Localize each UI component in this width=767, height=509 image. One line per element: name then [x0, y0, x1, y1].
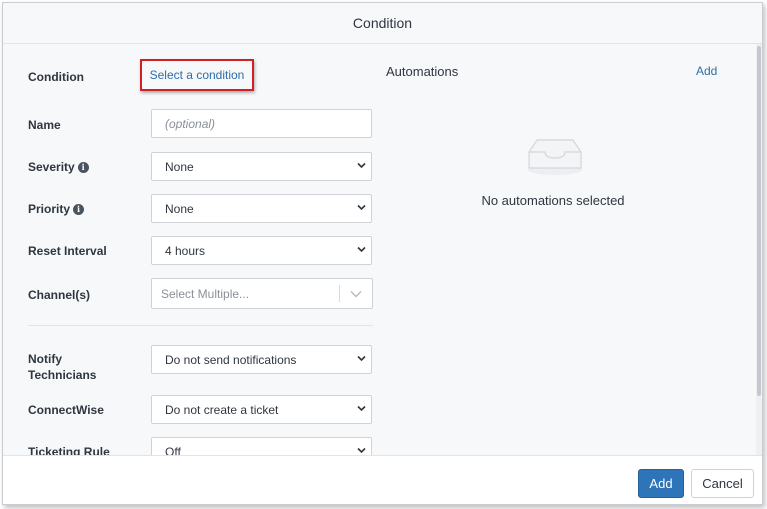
notify-label-line2: Technicians: [28, 368, 97, 382]
dialog-footer: Add Cancel: [3, 455, 762, 504]
dialog-title: Condition: [352, 15, 413, 31]
notify-technicians-select[interactable]: Do not send notifications: [151, 345, 372, 374]
channels-label: Channel(s): [28, 288, 91, 302]
dialog-body: Condition Select a condition Name (optio…: [3, 44, 762, 466]
section-divider: [28, 325, 373, 326]
chevron-down-icon: [357, 447, 366, 454]
connectwise-value: Do not create a ticket: [165, 402, 279, 417]
notify-value: Do not send notifications: [165, 352, 297, 367]
chevron-down-icon: [357, 246, 366, 253]
channels-placeholder: Select Multiple...: [161, 286, 250, 301]
add-button[interactable]: Add: [638, 469, 684, 498]
name-placeholder: (optional): [165, 116, 216, 131]
chevron-down-icon: [357, 355, 366, 362]
automations-title: Automations: [386, 64, 459, 79]
chevron-down-icon: [357, 162, 366, 169]
scrollbar-thumb[interactable]: [757, 46, 761, 396]
chevron-down-icon: [357, 405, 366, 412]
reset-interval-value: 4 hours: [165, 243, 206, 258]
priority-value: None: [165, 201, 194, 216]
cancel-button[interactable]: Cancel: [691, 469, 754, 498]
severity-label-text: Severity: [28, 160, 75, 174]
channels-multiselect[interactable]: Select Multiple...: [151, 278, 373, 309]
priority-select[interactable]: None: [151, 194, 372, 223]
connectwise-select[interactable]: Do not create a ticket: [151, 395, 372, 424]
condition-label: Condition: [28, 70, 84, 84]
notify-technicians-label: Notify Technicians: [28, 351, 96, 383]
dialog-scrollbar[interactable]: [756, 44, 762, 455]
info-icon[interactable]: i: [73, 204, 85, 215]
reset-interval-select[interactable]: 4 hours: [151, 236, 372, 265]
name-input[interactable]: (optional): [151, 109, 372, 138]
connectwise-label: ConnectWise: [28, 403, 104, 417]
severity-label: Severity i: [28, 159, 89, 175]
chevron-down-icon[interactable]: [350, 290, 362, 298]
reset-interval-label: Reset Interval: [28, 244, 107, 258]
severity-select[interactable]: None: [151, 152, 372, 181]
priority-label-text: Priority: [28, 202, 71, 216]
name-label: Name: [28, 118, 61, 132]
dialog-header: Condition: [3, 3, 762, 44]
info-icon[interactable]: i: [77, 162, 89, 173]
empty-inbox-icon: [528, 139, 582, 175]
add-automation-link[interactable]: Add: [696, 64, 717, 78]
empty-automations-text: No automations selected: [481, 193, 625, 208]
select-condition-link[interactable]: Select a condition: [140, 59, 254, 91]
chevron-down-icon: [357, 204, 366, 211]
channels-separator: [339, 285, 340, 302]
severity-value: None: [165, 159, 194, 174]
priority-label: Priority i: [28, 201, 85, 217]
notify-label-line1: Notify: [28, 352, 62, 366]
condition-dialog: Condition Condition Select a condition N…: [2, 2, 763, 505]
